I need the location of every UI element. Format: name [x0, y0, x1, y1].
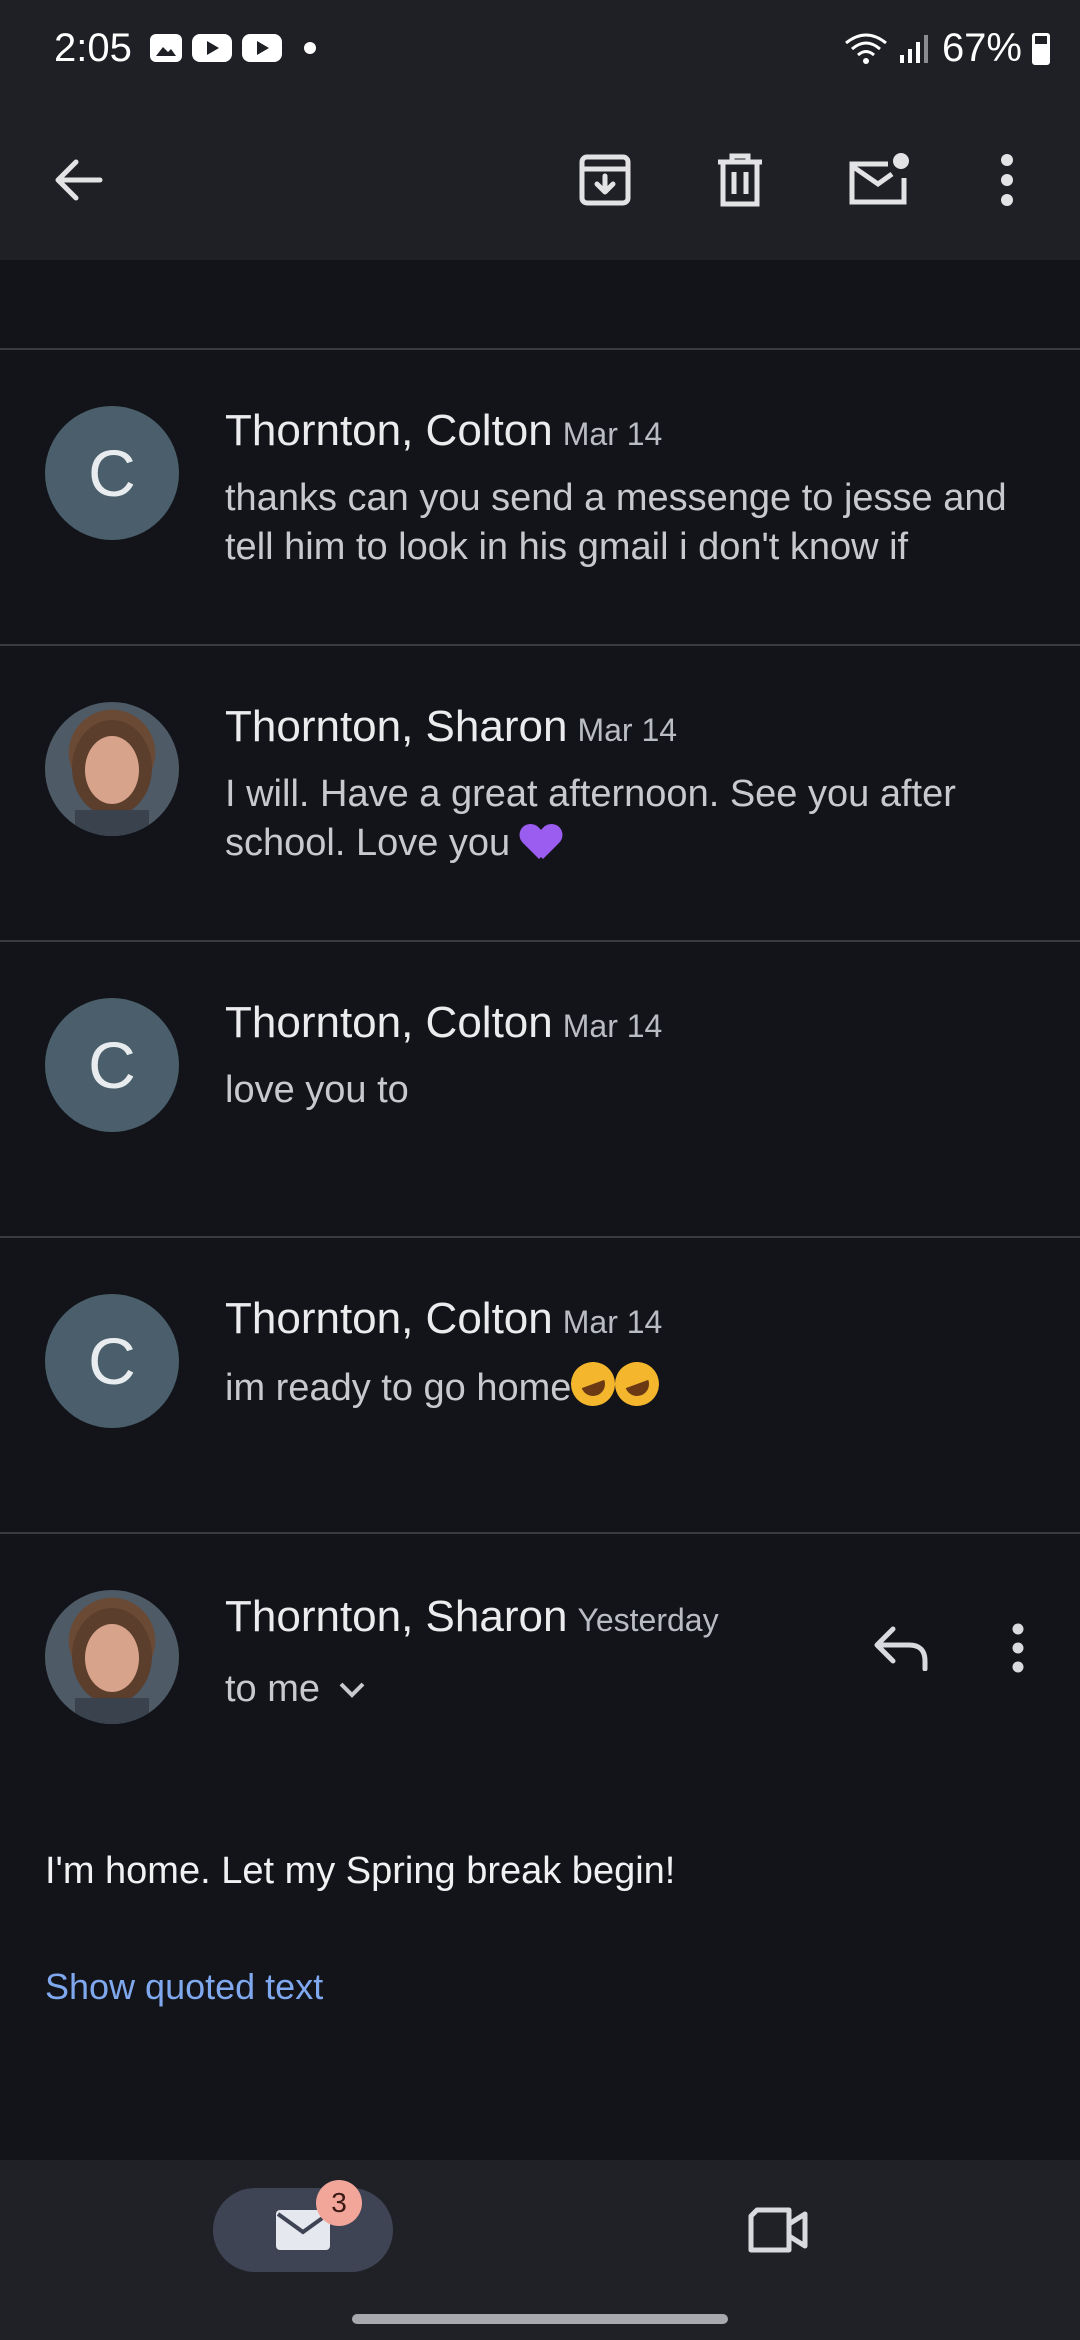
sender-name: Thornton, Colton Mar 14	[225, 406, 662, 456]
status-time: 2:05	[54, 26, 132, 70]
message-snippet: thanks can you send a messenge to jesse …	[225, 477, 1007, 568]
notification-icons	[150, 34, 316, 62]
snippet-text: I will. Have a great afternoon. See you …	[225, 773, 956, 864]
unread-badge: 3	[316, 2180, 362, 2226]
gmail-thread-screen: 2:05 67% C Thornton, Colton Mar 14 thank…	[0, 0, 1080, 2340]
avatar: C	[45, 406, 179, 540]
sender-label: Thornton, Sharon	[225, 702, 568, 751]
nav-meet-tab[interactable]	[738, 2190, 818, 2270]
wifi-icon	[845, 33, 887, 64]
mark-unread-button[interactable]	[838, 140, 918, 220]
snippet-text: im ready to go home	[225, 1367, 572, 1409]
recipient-label: to me	[225, 1668, 321, 1710]
delete-icon	[718, 153, 762, 207]
avatar	[45, 702, 179, 836]
mark-unread-icon	[849, 153, 909, 205]
status-indicators: 67%	[844, 26, 1050, 71]
message-date: Mar 14	[562, 1008, 663, 1044]
archive-button[interactable]	[565, 140, 645, 220]
avatar: C	[45, 1294, 179, 1428]
message-date: Mar 14	[562, 416, 663, 452]
message-body: I'm home. Let my Spring break begin!	[45, 1850, 676, 1892]
collapsed-message[interactable]: C Thornton, Colton Mar 14 im ready to go …	[0, 1238, 1080, 1532]
sender-label: Thornton, Colton	[225, 406, 553, 455]
more-options-button[interactable]	[967, 140, 1047, 220]
expanded-sender: Thornton, Sharon Yesterday	[225, 1592, 719, 1642]
message-date: Yesterday	[577, 1602, 719, 1638]
youtube-icon	[192, 34, 232, 62]
collapsed-message[interactable]: C Thornton, Colton Mar 14 thanks can you …	[0, 350, 1080, 644]
back-arrow-icon	[55, 159, 103, 201]
sender-label: Thornton, Colton	[225, 1294, 553, 1343]
battery-icon	[1032, 32, 1050, 65]
reply-icon	[874, 1626, 928, 1671]
sender-name: Thornton, Sharon Mar 14	[225, 702, 677, 752]
video-icon	[748, 2207, 808, 2253]
message-snippet: im ready to go home	[225, 1362, 1035, 1413]
message-date: Mar 14	[562, 1304, 663, 1340]
message-more-button[interactable]	[978, 1608, 1058, 1688]
laughing-emoji-icon	[565, 1362, 622, 1413]
sender-name: Thornton, Colton Mar 14	[225, 998, 662, 1048]
battery-percent: 67%	[941, 26, 1022, 70]
nav-mail-tab[interactable]	[213, 2188, 393, 2272]
purple-heart-icon	[521, 823, 561, 859]
collapsed-message[interactable]: Thornton, Sharon Mar 14 I will. Have a gr…	[0, 646, 1080, 940]
avatar[interactable]	[45, 1590, 179, 1724]
notification-dot-icon	[304, 42, 316, 54]
status-bar: 2:05 67%	[0, 0, 1080, 100]
gallery-icon	[150, 34, 182, 62]
recipient-details-toggle[interactable]: to me	[225, 1668, 366, 1711]
sender-label: Thornton, Colton	[225, 998, 553, 1047]
message-snippet: I will. Have a great afternoon. See you …	[225, 770, 1035, 868]
archive-icon	[579, 154, 631, 206]
sender-label: Thornton, Sharon	[225, 1592, 568, 1641]
sender-name: Thornton, Colton Mar 14	[225, 1294, 662, 1344]
message-snippet: love you to	[225, 1069, 409, 1111]
home-indicator[interactable]	[352, 2314, 728, 2324]
more-vert-icon	[1012, 1623, 1024, 1673]
divider	[0, 1532, 1080, 1534]
message-date: Mar 14	[577, 712, 678, 748]
signal-icon	[899, 34, 928, 63]
laughing-emoji-icon	[609, 1362, 666, 1413]
avatar: C	[45, 998, 179, 1132]
bottom-navigation: 3	[0, 2160, 1080, 2340]
delete-button[interactable]	[700, 140, 780, 220]
back-button[interactable]	[38, 140, 118, 220]
reply-button[interactable]	[860, 1608, 940, 1688]
chevron-down-icon	[339, 1682, 365, 1698]
youtube-icon	[242, 34, 282, 62]
more-vert-icon	[1001, 154, 1013, 206]
thread-toolbar	[0, 100, 1080, 260]
show-quoted-text-link[interactable]: Show quoted text	[45, 1966, 323, 2008]
collapsed-message[interactable]: C Thornton, Colton Mar 14 love you to	[0, 942, 1080, 1236]
